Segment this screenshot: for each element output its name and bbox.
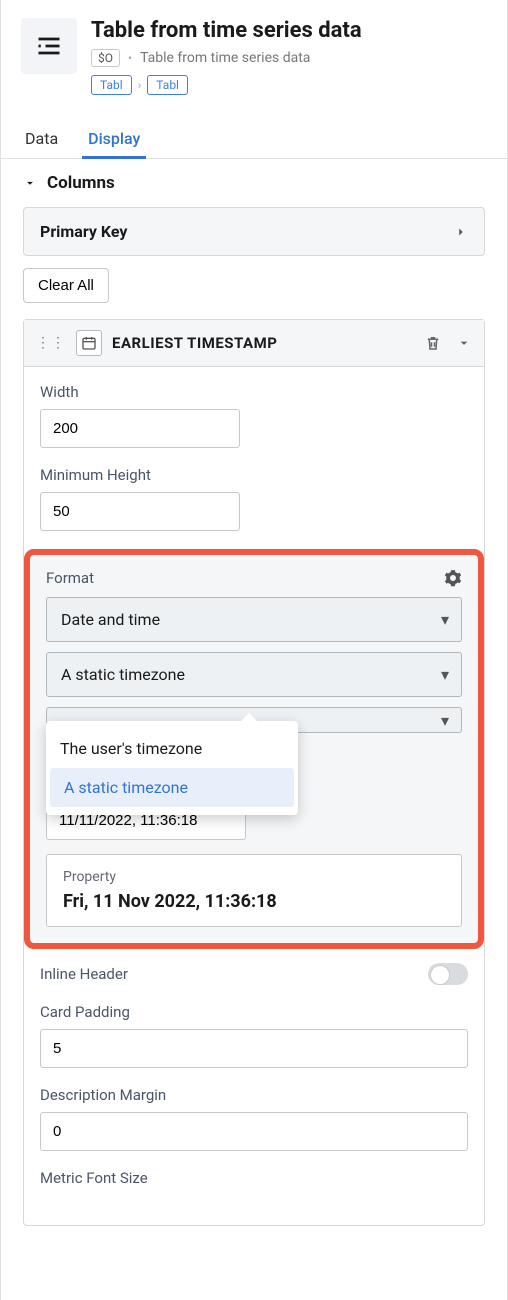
property-label: Property [63, 869, 445, 885]
calendar-icon [76, 330, 102, 356]
so-badge: $O [91, 49, 120, 67]
header-subtitle: Table from time series data [140, 50, 310, 66]
min-height-label: Minimum Height [40, 466, 468, 484]
chevron-down-icon[interactable] [456, 335, 472, 351]
tab-display[interactable]: Display [86, 119, 142, 158]
property-box: Property Fri, 11 Nov 2022, 11:36:18 [46, 854, 462, 927]
metric-font-label: Metric Font Size [40, 1169, 468, 1187]
card-padding-input[interactable] [40, 1029, 468, 1068]
trash-icon[interactable] [424, 334, 442, 352]
gear-icon[interactable] [444, 569, 462, 587]
caret-down-icon: ▾ [441, 610, 449, 629]
table-series-icon [21, 18, 77, 74]
page-title: Table from time series data [91, 18, 362, 43]
timezone-mode-select[interactable]: A static timezone ▾ [46, 652, 462, 697]
header-meta: $O • Table from time series data [91, 49, 362, 67]
column-card: ⋮⋮ EARLIEST TIMESTAMP Width Minimum Heig… [23, 319, 485, 1226]
chevron-right-icon [454, 225, 468, 239]
header: Table from time series data $O • Table f… [1, 0, 507, 105]
inline-header-label: Inline Header [40, 965, 128, 983]
clear-all-button[interactable]: Clear All [23, 268, 109, 303]
inline-header-toggle[interactable] [428, 963, 468, 985]
breadcrumb: Tabl › Tabl [91, 75, 362, 95]
width-label: Width [40, 383, 468, 401]
dot: • [128, 51, 132, 65]
timezone-dropdown: The user's timezone A static timezone [46, 721, 298, 815]
columns-section-head[interactable]: Columns [1, 159, 507, 207]
dropdown-option-static-tz[interactable]: A static timezone [50, 768, 294, 807]
column-body: Width Minimum Height Format Date and tim… [24, 367, 484, 1225]
header-text: Table from time series data $O • Table f… [91, 18, 362, 95]
primary-key-panel[interactable]: Primary Key [23, 207, 485, 256]
desc-margin-input[interactable] [40, 1112, 468, 1151]
desc-margin-label: Description Margin [40, 1086, 468, 1104]
format-label: Format [46, 569, 94, 587]
drag-handle-icon[interactable]: ⋮⋮ [36, 336, 66, 350]
tabs: Data Display [1, 119, 507, 159]
format-type-select[interactable]: Date and time ▾ [46, 597, 462, 642]
timezone-mode-value: A static timezone [61, 665, 185, 684]
format-highlight: Format Date and time ▾ A static timezone… [24, 549, 484, 949]
tab-data[interactable]: Data [23, 119, 60, 158]
column-head: ⋮⋮ EARLIEST TIMESTAMP [24, 320, 484, 367]
caret-down-icon: ▾ [441, 665, 449, 684]
primary-key-label: Primary Key [40, 222, 127, 241]
section-title: Columns [47, 173, 115, 193]
format-type-value: Date and time [61, 610, 160, 629]
property-value: Fri, 11 Nov 2022, 11:36:18 [63, 891, 445, 912]
width-input[interactable] [40, 409, 240, 448]
breadcrumb-item[interactable]: Tabl [91, 75, 132, 95]
dropdown-option-user-tz[interactable]: The user's timezone [46, 729, 298, 768]
column-title: EARLIEST TIMESTAMP [112, 334, 414, 352]
min-height-input[interactable] [40, 492, 240, 531]
breadcrumb-sep: › [138, 78, 142, 92]
caret-down-icon: ▾ [441, 711, 449, 730]
breadcrumb-item[interactable]: Tabl [147, 75, 188, 95]
card-padding-label: Card Padding [40, 1003, 468, 1021]
chevron-down-icon [23, 176, 37, 190]
